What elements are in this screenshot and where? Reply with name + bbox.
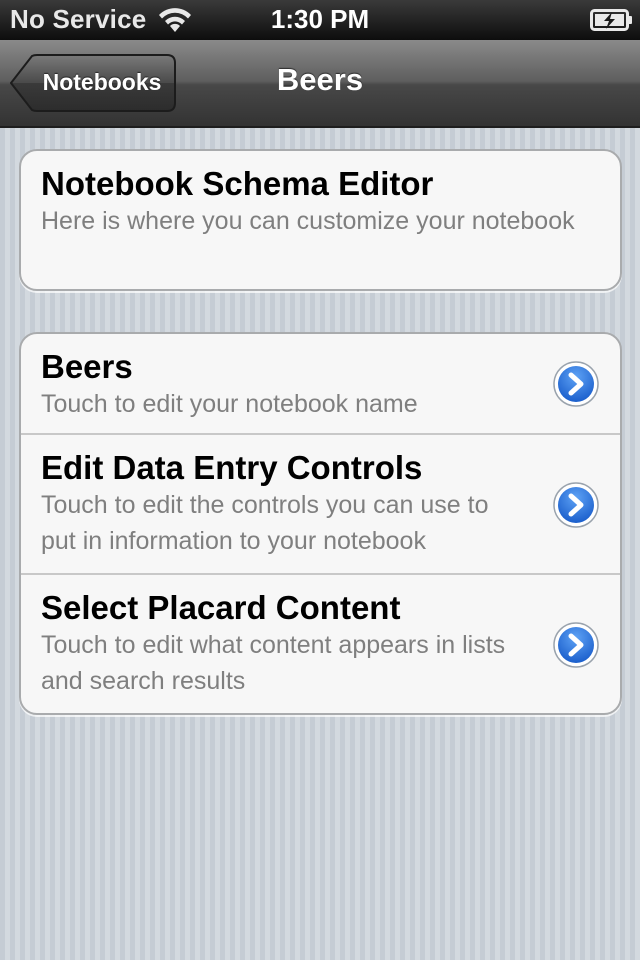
status-time: 1:30 PM <box>270 4 370 34</box>
disclosure-arrow-icon[interactable] <box>552 360 600 408</box>
list-item-subtitle: Touch to edit your notebook name <box>41 390 418 418</box>
list-item-notebook-name[interactable]: Beers Touch to edit your notebook name <box>21 334 620 435</box>
list-item-title: Edit Data Entry Controls <box>41 449 423 486</box>
disclosure-arrow-icon[interactable] <box>552 621 600 669</box>
list-item-placard-content[interactable]: Select Placard Content Touch to edit wha… <box>21 575 620 713</box>
list-item-title: Beers <box>41 348 133 385</box>
status-bar: No Service 1:30 PM <box>0 0 640 40</box>
schema-editor-subtitle: Here is where you can customize your not… <box>41 207 575 235</box>
back-button-label: Notebooks <box>42 69 162 95</box>
nav-title: Beers <box>276 62 364 97</box>
schema-editor-cell: Notebook Schema Editor Here is where you… <box>21 151 620 289</box>
battery-charging-icon <box>590 8 634 32</box>
schema-editor-title: Notebook Schema Editor <box>41 165 434 202</box>
options-group: Beers Touch to edit your notebook name E… <box>19 332 622 715</box>
schema-editor-group: Notebook Schema Editor Here is where you… <box>19 149 622 291</box>
list-item-subtitle: Touch to edit what content appears in li… <box>41 631 506 695</box>
navigation-bar: Notebooks Beers <box>0 40 640 128</box>
list-item-title: Select Placard Content <box>41 589 401 626</box>
back-button[interactable]: Notebooks <box>10 54 176 112</box>
disclosure-arrow-icon[interactable] <box>552 481 600 529</box>
list-item-data-entry-controls[interactable]: Edit Data Entry Controls Touch to edit t… <box>21 435 620 575</box>
list-item-subtitle: Touch to edit the controls you can use t… <box>41 491 489 555</box>
